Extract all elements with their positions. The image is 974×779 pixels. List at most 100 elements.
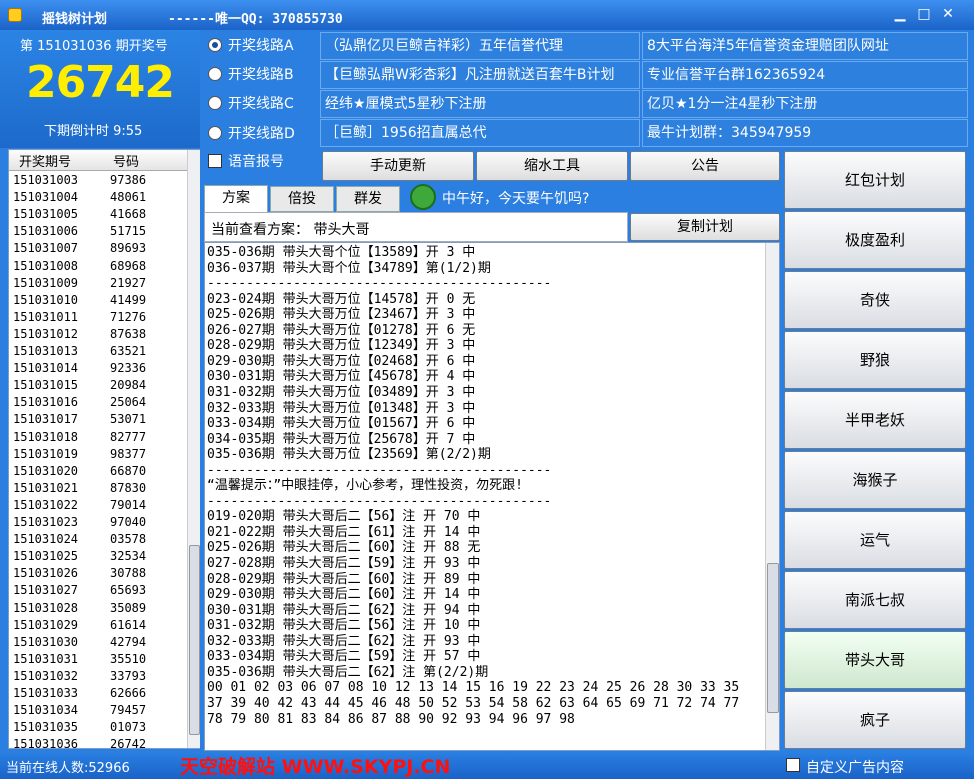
plan-button[interactable]: 带头大哥	[784, 631, 966, 689]
number-cell: 61614	[110, 617, 147, 632]
plan-line: ----------------------------------------…	[207, 276, 552, 292]
history-row[interactable]: 151031013 63521	[9, 343, 187, 360]
history-row[interactable]: 151031028 35089	[9, 600, 187, 617]
period-cell: 151031018	[13, 429, 79, 444]
number-cell: 98377	[110, 446, 147, 461]
plan-button[interactable]: 极度盈利	[784, 211, 966, 269]
promo-text[interactable]: 天空破解站 WWW.SKYPJ.CN	[180, 752, 450, 779]
history-row[interactable]: 151031017 53071	[9, 411, 187, 428]
radio-button[interactable]	[208, 96, 222, 110]
history-row[interactable]: 151031022 79014	[9, 497, 187, 514]
radio-button[interactable]	[208, 126, 222, 140]
plan-line: ----------------------------------------…	[207, 462, 552, 478]
maximize-button[interactable]: □	[912, 4, 936, 24]
radio-line-a[interactable]: 开奖线路A	[208, 34, 294, 56]
plan-text-area[interactable]: 035-036期 带头大哥个位【13589】开 3 中 036-037期 带头大哥…	[204, 242, 780, 751]
history-row[interactable]: 151031008 68968	[9, 258, 187, 275]
ad-link[interactable]: （弘鼎亿贝巨鲸吉祥彩）五年信誉代理	[320, 32, 640, 60]
number-cell: 63521	[110, 344, 147, 358]
history-row[interactable]: 151031036 26742	[9, 736, 187, 753]
ad-link[interactable]: 最牛计划群：345947959	[642, 119, 968, 147]
history-row[interactable]: 151031030 42794	[9, 634, 187, 651]
plan-scrollbar[interactable]	[765, 243, 779, 750]
tab-broadcast[interactable]: 群发	[336, 186, 400, 212]
close-button[interactable]: ✕	[936, 4, 960, 24]
history-row[interactable]: 151031005 41668	[9, 206, 187, 223]
history-row[interactable]: 151031029 61614	[9, 617, 187, 634]
copy-plan-button[interactable]: 复制计划	[630, 213, 780, 241]
plan-line: 034-035期 带头大哥万位【25678】开 7 中	[207, 431, 476, 447]
ad-link[interactable]: 专业信誉平台群162365924	[642, 61, 968, 89]
history-row[interactable]: 151031024 03578	[9, 531, 187, 548]
history-row[interactable]: 151031032 33793	[9, 668, 187, 685]
plan-line: 030-031期 带头大哥后二【62】注 开 94 中	[207, 602, 481, 618]
ad-link[interactable]: 【巨鲸弘鼎W彩杏彩】凡注册就送百套牛B计划	[320, 61, 640, 89]
voice-checkbox[interactable]	[208, 154, 222, 168]
history-row[interactable]: 151031031 35510	[9, 651, 187, 668]
history-scroll-thumb[interactable]	[189, 545, 200, 735]
radio-line-d[interactable]: 开奖线路D	[208, 122, 295, 144]
notice-button[interactable]: 公告	[630, 151, 780, 181]
history-row[interactable]: 151031015 20984	[9, 377, 187, 394]
period-cell: 151031009	[13, 275, 79, 290]
history-row[interactable]: 151031025 32534	[9, 548, 187, 565]
history-row[interactable]: 151031019 98377	[9, 446, 187, 463]
plan-button[interactable]: 奇侠	[784, 271, 966, 329]
custom-ad-checkbox[interactable]	[786, 758, 800, 772]
history-row[interactable]: 151031004 48061	[9, 189, 187, 206]
ad-link[interactable]: 经纬★厘模式5星秒下注册	[320, 90, 640, 118]
radio-line-b[interactable]: 开奖线路B	[208, 63, 294, 85]
plan-button[interactable]: 疯子	[784, 691, 966, 749]
ad-link[interactable]: ［巨鲸］1956招直属总代	[320, 119, 640, 147]
col-number[interactable]: 号码	[113, 151, 139, 170]
history-row[interactable]: 151031021 87830	[9, 480, 187, 497]
ad-link[interactable]: 8大平台海洋5年信誉资金理赔团队网址	[642, 32, 968, 60]
col-period[interactable]: 开奖期号	[19, 151, 71, 170]
plan-line: 035-036期 带头大哥万位【23569】第(2/2)期	[207, 447, 491, 463]
number-cell: 66870	[110, 463, 147, 478]
history-row[interactable]: 151031003 97386	[9, 172, 187, 189]
history-scrollbar[interactable]	[187, 150, 200, 748]
history-row[interactable]: 151031010 41499	[9, 292, 187, 309]
history-row[interactable]: 151031033 62666	[9, 685, 187, 702]
radio-line-c[interactable]: 开奖线路C	[208, 92, 294, 114]
radio-button[interactable]	[208, 38, 222, 52]
plan-line: 036-037期 带头大哥个位【34789】第(1/2)期	[207, 260, 491, 276]
radio-label: 开奖线路C	[228, 96, 294, 112]
number-cell: 71276	[110, 309, 147, 324]
history-row[interactable]: 151031009 21927	[9, 275, 187, 292]
history-row[interactable]: 151031023 97040	[9, 514, 187, 531]
minimize-button[interactable]: ▁	[888, 4, 912, 24]
voice-toggle[interactable]: 语音报号	[208, 150, 284, 172]
plan-button[interactable]: 海猴子	[784, 451, 966, 509]
history-row[interactable]: 151031011 71276	[9, 309, 187, 326]
period-cell: 151031022	[13, 497, 79, 512]
history-row[interactable]: 151031026 30788	[9, 565, 187, 582]
history-row[interactable]: 151031034 79457	[9, 702, 187, 719]
history-row[interactable]: 151031027 65693	[9, 582, 187, 599]
plan-scroll-thumb[interactable]	[767, 563, 779, 713]
app-window: 摇钱树计划 ------唯一QQ: 370855730 ▁ □ ✕ 第 1510…	[0, 0, 974, 779]
plan-button[interactable]: 运气	[784, 511, 966, 569]
shrink-tool-button[interactable]: 缩水工具	[476, 151, 628, 181]
history-row[interactable]: 151031035 01073	[9, 719, 187, 736]
ad-link[interactable]: 亿贝★1分一注4星秒下注册	[642, 90, 968, 118]
plan-line: 37 39 40 42 43 44 45 46 48 50 52 53 54 5…	[207, 695, 740, 711]
history-row[interactable]: 151031007 89693	[9, 240, 187, 257]
history-row[interactable]: 151031016 25064	[9, 394, 187, 411]
tab-multiply[interactable]: 倍投	[270, 186, 334, 212]
scheme-bar: 当前查看方案： 带头大哥	[204, 212, 628, 242]
tab-scheme[interactable]: 方案	[204, 185, 268, 213]
history-row[interactable]: 151031020 66870	[9, 463, 187, 480]
history-row[interactable]: 151031018 82777	[9, 429, 187, 446]
plan-button[interactable]: 南派七叔	[784, 571, 966, 629]
manual-update-button[interactable]: 手动更新	[322, 151, 474, 181]
plan-button[interactable]: 野狼	[784, 331, 966, 389]
radio-button[interactable]	[208, 67, 222, 81]
plan-button[interactable]: 红包计划	[784, 151, 966, 209]
period-cell: 151031020	[13, 463, 79, 478]
history-row[interactable]: 151031012 87638	[9, 326, 187, 343]
history-row[interactable]: 151031006 51715	[9, 223, 187, 240]
plan-button[interactable]: 半甲老妖	[784, 391, 966, 449]
history-row[interactable]: 151031014 92336	[9, 360, 187, 377]
